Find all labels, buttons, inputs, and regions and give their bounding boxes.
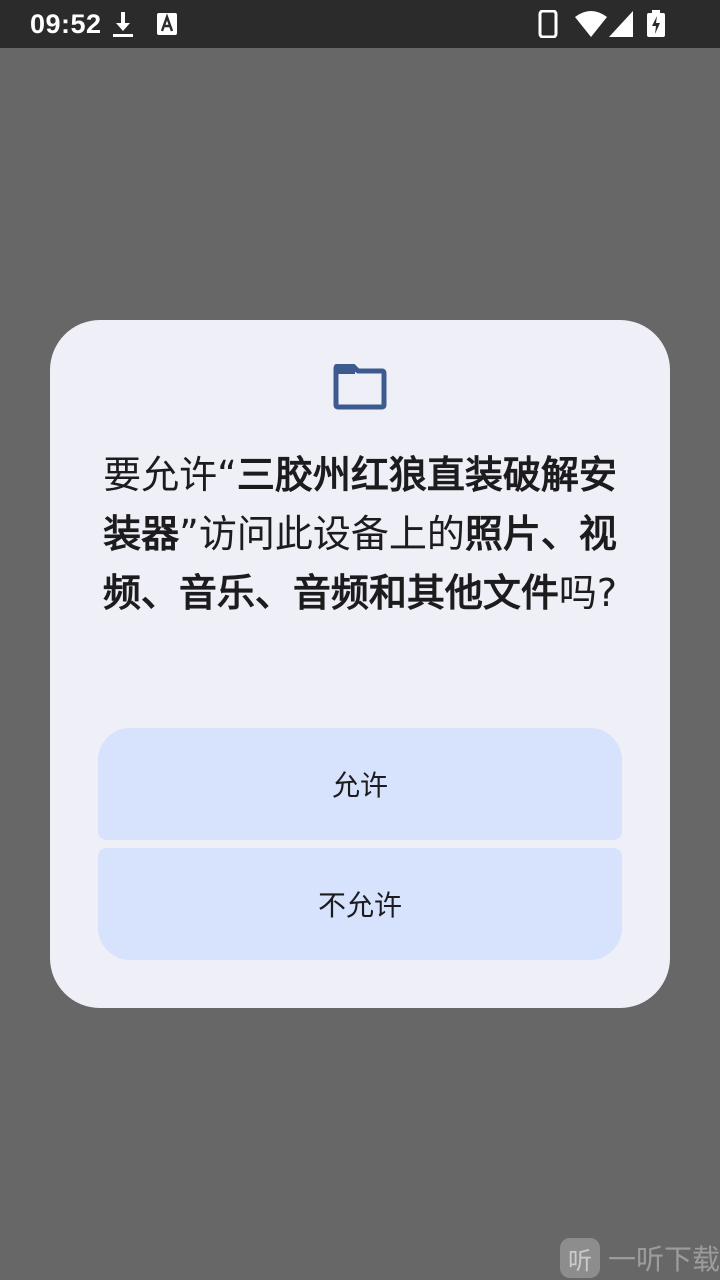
message-middle: ”访问此设备上的 [179,512,465,556]
watermark: 听 一听下载 [560,1236,720,1280]
permission-message: 要允许“三胶州红狼直装破解安装器”访问此设备上的照片、视频、音乐、音频和其他文件… [90,446,630,623]
folder-icon [333,364,387,410]
signal-icon [609,11,633,37]
status-bar: 09:52 [0,0,720,48]
permission-dialog: 要允许“三胶州红狼直装破解安装器”访问此设备上的照片、视频、音乐、音频和其他文件… [50,320,670,1008]
text-a-icon [157,13,177,35]
allow-button[interactable]: 允许 [98,728,622,840]
watermark-text: 一听下载 [607,1243,720,1276]
watermark-logo: 听 [560,1238,600,1278]
message-prefix: 要允许“ [103,453,237,497]
wifi-icon [575,11,607,37]
status-time: 09:52 [30,9,102,39]
download-icon [113,12,133,37]
deny-button[interactable]: 不允许 [98,848,622,960]
battery-charging-icon [647,10,665,37]
message-suffix: 吗? [558,571,618,615]
phone-icon [538,10,558,38]
